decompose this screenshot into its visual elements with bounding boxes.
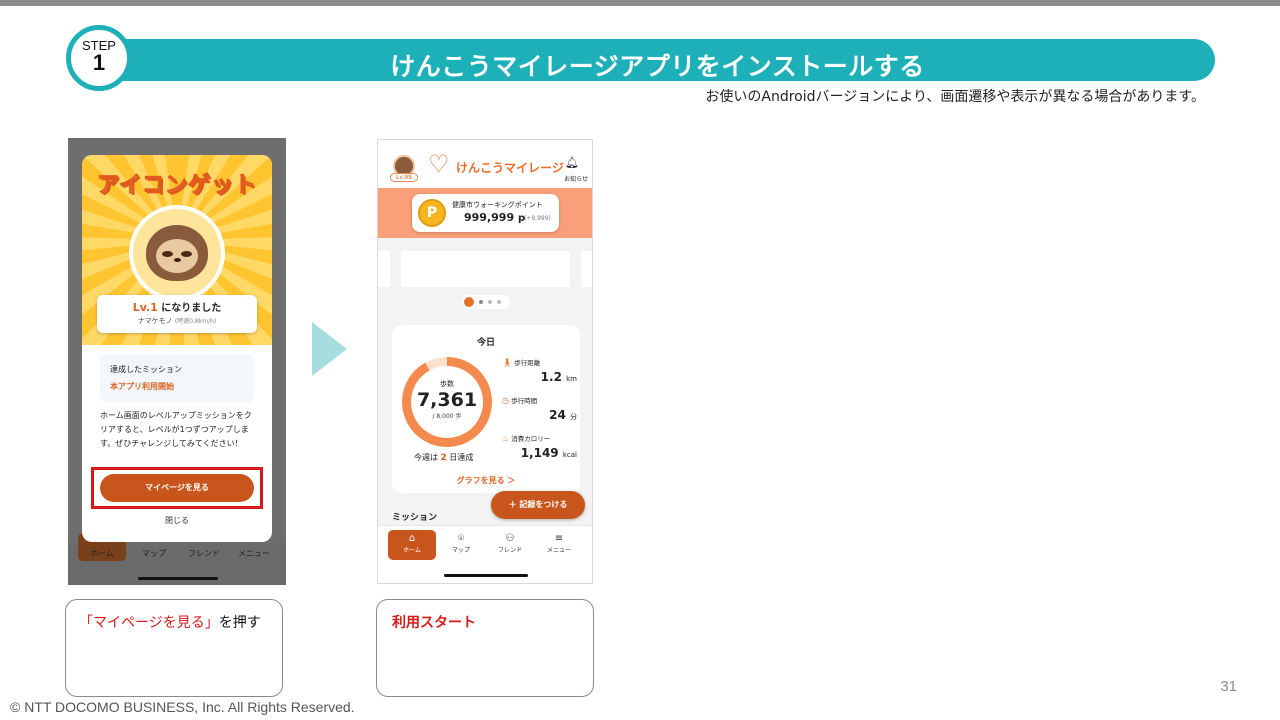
top-divider — [0, 0, 1280, 6]
map-pin-icon: ⌾ — [458, 533, 464, 544]
points-label: 健康市ウォーキングポイント — [452, 201, 543, 209]
background-nav-home: ホーム — [90, 549, 114, 558]
mission-value: 本アプリ利用開始 — [110, 382, 174, 391]
today-title: 今日 — [476, 338, 495, 348]
sloth-icon — [146, 225, 208, 281]
stat-distance: 🚶︎ 歩行距離 1.2 km — [502, 358, 577, 384]
steps-value: 7,361 — [416, 389, 478, 411]
level-badge: Lv.99 — [390, 173, 418, 182]
background-nav-friend: フレンド — [188, 549, 220, 558]
banner-right[interactable] — [581, 251, 592, 287]
character-name: ナマケモノ — [137, 317, 173, 325]
achieved-mission-box: 達成したミッション 本アプリ利用開始 — [100, 354, 254, 402]
caption-highlight: 「マイページを見る」 — [79, 615, 219, 631]
character-speed: (時速0.8km/h) — [174, 318, 217, 325]
stat-calories: ♨ 消費カロリー 1,149 kcal — [502, 434, 577, 460]
banner-left[interactable] — [378, 251, 390, 287]
home-indicator — [138, 577, 218, 580]
app-title: けんこうマイレージ — [456, 161, 564, 175]
caption-step-press: 「マイページを見る」を押す — [65, 599, 283, 697]
mypage-button[interactable]: マイページを見る — [100, 474, 254, 502]
step-number: 1 — [92, 50, 106, 75]
steps-goal: / 8,000 歩 — [432, 413, 462, 420]
step-badge: STEP 1 — [66, 25, 132, 91]
mission-heading: ミッション — [392, 513, 438, 523]
add-record-button[interactable]: ＋ 記録をつける — [491, 491, 585, 519]
app-header: Lv.99 ♡ けんこうマイレージ 🔔︎ お知らせ — [378, 140, 592, 188]
steps-progress-ring: 歩数 7,361 / 8,000 歩 — [402, 357, 492, 447]
level-up-modal: アイコンゲット Lv.1 になりました ナマケモノ (時速0.8km/h) 達成… — [82, 155, 272, 542]
screenshot-app-home: Lv.99 ♡ けんこうマイレージ 🔔︎ お知らせ P 健康市ウォーキングポイン… — [377, 139, 593, 584]
caption-rest: を押す — [218, 615, 261, 631]
week-achievement: 今週は 2 日達成 — [414, 453, 474, 463]
nav-map[interactable]: ⌾ マップ — [437, 530, 485, 560]
level-card: Lv.1 になりました ナマケモノ (時速0.8km/h) — [97, 295, 257, 333]
notification-label[interactable]: お知らせ — [564, 174, 588, 183]
points-delta: (+9,999) — [524, 215, 551, 222]
clock-icon: ◷ — [502, 396, 509, 405]
caption-start-text: 利用スタート — [392, 615, 476, 631]
home-indicator — [444, 574, 528, 577]
step-title-bar: けんこうマイレージアプリをインストールする — [100, 39, 1215, 81]
friends-icon: ⚇ — [505, 533, 515, 544]
nav-home[interactable]: ⌂ ホーム — [388, 530, 436, 560]
points-value: 999,999 — [464, 211, 515, 224]
close-link[interactable]: 閉じる — [82, 515, 272, 526]
stat-time: ◷ 歩行時間 24 分 — [502, 396, 577, 422]
version-note: お使いのAndroidバージョンにより、画面遷移や表示が異なる場合があります。 — [705, 89, 1205, 105]
banner-main[interactable] — [401, 251, 570, 287]
sloth-avatar — [129, 205, 225, 301]
background-nav-map: マップ — [142, 549, 166, 558]
level-value: Lv.1 — [132, 301, 158, 314]
background-nav-bar: ホーム マップ フレンド メニュー — [68, 533, 286, 585]
level-suffix: になりました — [157, 303, 222, 314]
caption-step-start: 利用スタート — [376, 599, 594, 697]
page-number: 31 — [1220, 678, 1237, 695]
next-arrow-icon — [312, 322, 347, 376]
bell-icon[interactable]: 🔔︎ — [565, 156, 579, 169]
background-nav-menu: メニュー — [238, 549, 270, 558]
home-icon: ⌂ — [408, 533, 416, 544]
walk-icon: 🚶︎ — [502, 358, 513, 367]
modal-heading: アイコンゲット — [97, 173, 257, 199]
flame-icon: ♨ — [502, 434, 510, 443]
pause-icon[interactable] — [464, 297, 474, 307]
screenshot-level-up-modal: ホーム マップ フレンド メニュー アイコンゲット Lv.1 になりました ナマ… — [68, 138, 286, 585]
heart-logo-icon: ♡ — [428, 150, 450, 178]
carousel-indicator[interactable] — [462, 295, 510, 309]
coin-icon: P — [418, 199, 446, 227]
steps-label: 歩数 — [440, 380, 454, 388]
nav-menu[interactable]: ≡ メニュー — [535, 530, 583, 560]
menu-icon: ≡ — [554, 533, 564, 544]
mission-title: 達成したミッション — [110, 365, 182, 374]
today-card: 今日 歩数 7,361 / 8,000 歩 今週は 2 日達成 グラフを見る ＞… — [392, 325, 580, 493]
modal-description: ホーム画面のレベルアップミッションをクリアすると、レベルが1つずつアップします。… — [100, 411, 252, 448]
points-card[interactable]: P 健康市ウォーキングポイント 999,999 p (+9,999) — [412, 194, 559, 232]
copyright: © NTT DOCOMO BUSINESS, Inc. All Rights R… — [10, 699, 355, 715]
nav-friend[interactable]: ⚇ フレンド — [486, 530, 534, 560]
page-title: けんこうマイレージアプリをインストールする — [390, 52, 925, 81]
graph-link[interactable]: グラフを見る ＞ — [392, 475, 580, 486]
